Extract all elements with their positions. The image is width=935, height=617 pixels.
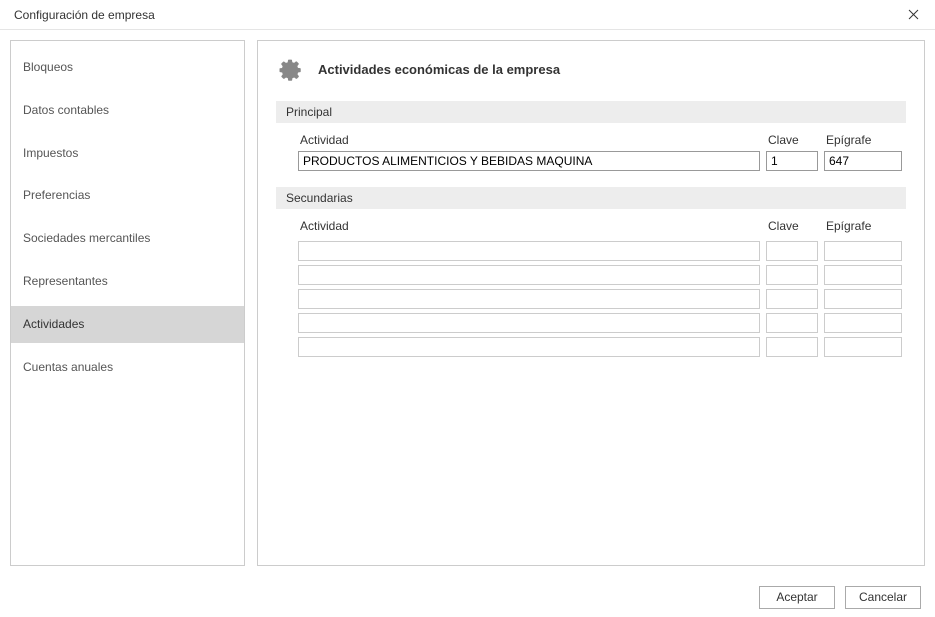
sidebar-item-actividades[interactable]: Actividades: [11, 306, 244, 343]
secundaria-row: [298, 337, 902, 357]
label-actividad: Actividad: [298, 133, 760, 147]
principal-row: Actividad Clave Epígrafe: [276, 133, 906, 171]
sidebar-item-label: Bloqueos: [23, 60, 73, 74]
sidebar-item-label: Impuestos: [23, 146, 78, 160]
label-epigrafe: Epígrafe: [824, 133, 902, 147]
sidebar-item-bloqueos[interactable]: Bloqueos: [11, 49, 244, 86]
sidebar-item-datos-contables[interactable]: Datos contables: [11, 92, 244, 129]
input-sec-epigrafe[interactable]: [824, 289, 902, 309]
sidebar-item-label: Datos contables: [23, 103, 109, 117]
close-button[interactable]: [903, 5, 923, 25]
accept-button[interactable]: Aceptar: [759, 586, 835, 609]
input-sec-actividad[interactable]: [298, 265, 760, 285]
input-sec-epigrafe[interactable]: [824, 313, 902, 333]
input-sec-epigrafe[interactable]: [824, 337, 902, 357]
sidebar-item-label: Preferencias: [23, 188, 90, 202]
input-sec-clave[interactable]: [766, 289, 818, 309]
input-sec-epigrafe[interactable]: [824, 265, 902, 285]
sidebar-item-representantes[interactable]: Representantes: [11, 263, 244, 300]
input-sec-epigrafe[interactable]: [824, 241, 902, 261]
secundaria-row: [298, 313, 902, 333]
input-sec-actividad[interactable]: [298, 241, 760, 261]
section-secundarias: Secundarias Actividad Clave Epígrafe: [276, 187, 906, 357]
cancel-button[interactable]: Cancelar: [845, 586, 921, 609]
input-principal-epigrafe[interactable]: [824, 151, 902, 171]
label-sec-epigrafe: Epígrafe: [824, 219, 902, 233]
sidebar-item-impuestos[interactable]: Impuestos: [11, 135, 244, 172]
sidebar-item-label: Cuentas anuales: [23, 360, 113, 374]
sidebar-item-preferencias[interactable]: Preferencias: [11, 177, 244, 214]
panel-title: Actividades económicas de la empresa: [318, 62, 560, 77]
sidebar-item-cuentas-anuales[interactable]: Cuentas anuales: [11, 349, 244, 386]
sidebar-item-label: Actividades: [23, 317, 84, 331]
secundaria-row: [298, 289, 902, 309]
section-header-secundarias: Secundarias: [276, 187, 906, 209]
close-icon: [908, 9, 919, 20]
label-clave: Clave: [766, 133, 818, 147]
sidebar-item-sociedades-mercantiles[interactable]: Sociedades mercantiles: [11, 220, 244, 257]
sidebar: Bloqueos Datos contables Impuestos Prefe…: [10, 40, 245, 566]
sidebar-item-label: Representantes: [23, 274, 108, 288]
main-panel: Actividades económicas de la empresa Pri…: [257, 40, 925, 566]
section-header-principal: Principal: [276, 101, 906, 123]
input-sec-clave[interactable]: [766, 265, 818, 285]
input-principal-clave[interactable]: [766, 151, 818, 171]
dialog-body: Bloqueos Datos contables Impuestos Prefe…: [0, 30, 935, 576]
label-sec-actividad: Actividad: [298, 219, 760, 233]
titlebar: Configuración de empresa: [0, 0, 935, 30]
window-title: Configuración de empresa: [14, 8, 155, 22]
dialog-footer: Aceptar Cancelar: [0, 577, 935, 617]
gear-icon: [276, 55, 304, 83]
input-sec-actividad[interactable]: [298, 337, 760, 357]
secundaria-row: [298, 265, 902, 285]
input-sec-actividad[interactable]: [298, 289, 760, 309]
sidebar-item-label: Sociedades mercantiles: [23, 231, 150, 245]
section-principal: Principal Actividad Clave Epígrafe: [276, 101, 906, 171]
input-sec-clave[interactable]: [766, 337, 818, 357]
input-sec-clave[interactable]: [766, 313, 818, 333]
input-sec-actividad[interactable]: [298, 313, 760, 333]
label-sec-clave: Clave: [766, 219, 818, 233]
input-sec-clave[interactable]: [766, 241, 818, 261]
input-principal-actividad[interactable]: [298, 151, 760, 171]
secundarias-grid: Actividad Clave Epígrafe: [276, 219, 906, 357]
secundaria-row: [298, 241, 902, 261]
panel-header: Actividades económicas de la empresa: [276, 55, 906, 83]
